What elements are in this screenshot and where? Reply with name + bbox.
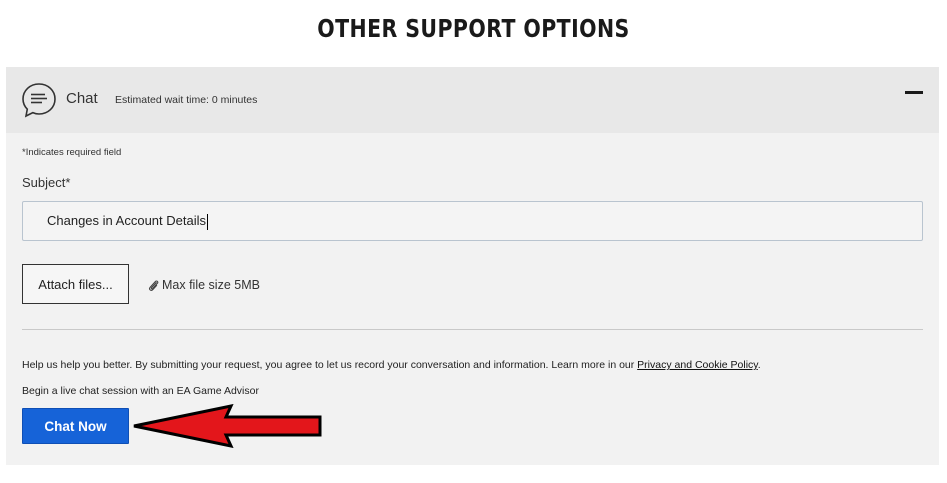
- minus-icon[interactable]: [905, 91, 923, 94]
- chat-now-button[interactable]: Chat Now: [22, 408, 129, 444]
- subject-label: Subject*: [22, 175, 71, 190]
- begin-chat-text: Begin a live chat session with an EA Gam…: [22, 385, 259, 397]
- privacy-policy-link[interactable]: Privacy and Cookie Policy: [637, 359, 758, 371]
- consent-body: Help us help you better. By submitting y…: [22, 359, 638, 371]
- attach-files-button[interactable]: Attach files...: [22, 264, 129, 304]
- max-file-size-text: Max file size 5MB: [162, 278, 260, 292]
- page-title: OTHER SUPPORT OPTIONS: [317, 14, 630, 43]
- max-file-size: Max file size 5MB: [148, 278, 260, 292]
- consent-text: Help us help you better. By submitting y…: [22, 359, 761, 371]
- paperclip-icon: [149, 279, 159, 291]
- chat-bubble-icon: [22, 83, 56, 118]
- required-field-note: *Indicates required field: [22, 147, 122, 158]
- chat-title: Chat: [66, 90, 98, 107]
- subject-value: Changes in Account Details: [47, 213, 206, 228]
- wait-time-text: Estimated wait time: 0 minutes: [115, 94, 258, 106]
- red-arrow-icon: [133, 404, 322, 448]
- subject-input[interactable]: Changes in Account Details: [22, 201, 923, 241]
- consent-end: .: [757, 359, 761, 371]
- text-caret: [206, 213, 208, 230]
- chat-panel-header[interactable]: Chat Estimated wait time: 0 minutes: [6, 67, 939, 133]
- divider: [22, 329, 923, 330]
